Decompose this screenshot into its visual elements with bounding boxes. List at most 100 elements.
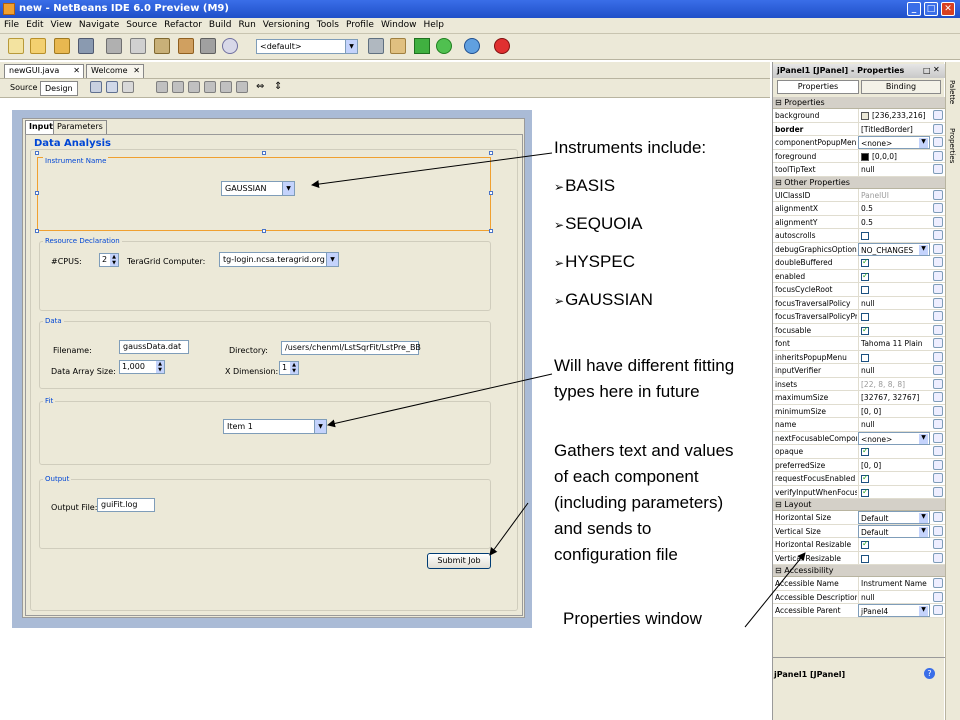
property-value[interactable] [858, 538, 930, 551]
property-row[interactable]: doubleBuffered [773, 256, 945, 270]
property-checkbox[interactable] [861, 232, 869, 240]
property-checkbox[interactable] [861, 554, 869, 563]
menu-help[interactable]: Help [423, 20, 444, 30]
menu-window[interactable]: Window [381, 20, 417, 30]
properties-side-tab[interactable]: Properties [948, 128, 956, 163]
property-row[interactable]: Vertical Resizable [773, 551, 945, 565]
property-value[interactable] [858, 350, 930, 364]
menu-view[interactable]: View [51, 20, 72, 30]
property-value[interactable]: jPanel4 ▼ [858, 604, 930, 617]
property-value[interactable] [858, 445, 930, 458]
property-row[interactable]: focusTraversalPolicyPr [773, 310, 945, 324]
resize-horizontal-icon[interactable]: ⇔ [256, 81, 264, 92]
new-project-icon[interactable] [30, 38, 46, 54]
property-row[interactable]: Accessible Description null [773, 590, 945, 604]
ellipsis-editor-button[interactable] [933, 270, 943, 281]
ellipsis-editor-button[interactable] [933, 473, 943, 483]
ellipsis-editor-button[interactable] [933, 419, 943, 429]
property-value[interactable] [858, 323, 930, 337]
property-value[interactable]: <none> ▼ [858, 431, 930, 445]
menu-edit[interactable]: Edit [26, 20, 43, 30]
property-row[interactable]: autoscrolls [773, 229, 945, 243]
property-value[interactable] [858, 283, 930, 296]
property-row[interactable]: Accessible Parent jPanel4 ▼ [773, 604, 945, 618]
property-row[interactable]: Accessible Name Instrument Name [773, 577, 945, 591]
collapse-icon[interactable]: ⊟ [775, 98, 784, 107]
property-value[interactable] [858, 310, 930, 323]
property-value[interactable]: 0.5 [858, 215, 930, 229]
debug-icon[interactable] [436, 38, 452, 54]
properties-tab[interactable]: Properties [777, 80, 859, 94]
profile-icon[interactable] [464, 38, 480, 54]
resize-handle[interactable] [489, 151, 493, 155]
menu-navigate[interactable]: Navigate [79, 20, 119, 30]
source-view-button[interactable]: Source [6, 81, 41, 96]
property-row[interactable]: debugGraphicsOptions NO_CHANGES ▼ [773, 242, 945, 256]
ellipsis-editor-button[interactable] [933, 525, 943, 536]
property-value[interactable] [858, 256, 930, 269]
close-icon[interactable]: ✕ [933, 65, 940, 74]
property-checkbox[interactable] [861, 487, 869, 497]
property-row[interactable]: Horizontal Size Default ▼ [773, 511, 945, 525]
paste-icon[interactable] [154, 38, 170, 54]
align-center-icon[interactable] [172, 81, 184, 93]
align-top-icon[interactable] [204, 81, 216, 93]
property-checkbox[interactable] [861, 353, 869, 362]
ellipsis-editor-button[interactable] [933, 459, 943, 470]
menu-run[interactable]: Run [239, 20, 256, 30]
property-checkbox[interactable] [861, 446, 869, 456]
ellipsis-editor-button[interactable] [933, 150, 943, 161]
help-icon[interactable]: ? [924, 668, 935, 679]
fit-select[interactable]: Item 1 ▼ [223, 419, 327, 434]
resize-handle[interactable] [489, 229, 493, 233]
property-row[interactable]: verifyInputWhenFocus [773, 485, 945, 499]
ellipsis-editor-button[interactable] [933, 338, 943, 348]
property-value[interactable]: Default ▼ [858, 524, 930, 538]
ellipsis-editor-button[interactable] [933, 311, 943, 321]
property-row[interactable]: toolTipText null [773, 163, 945, 177]
spinner-arrows-icon[interactable]: ▲ ▼ [156, 361, 164, 373]
tab-parameters[interactable]: Parameters [53, 120, 107, 134]
connection-mode-icon[interactable] [106, 81, 118, 93]
ellipsis-editor-button[interactable] [933, 512, 943, 522]
collapse-icon[interactable]: ⊟ [775, 178, 784, 187]
binding-tab[interactable]: Binding [861, 80, 941, 94]
property-row[interactable]: background [236,233,216] [773, 109, 945, 123]
ellipsis-editor-button[interactable] [933, 324, 943, 335]
property-checkbox[interactable] [861, 325, 869, 335]
property-value[interactable]: [22, 8, 8, 8] [858, 377, 930, 391]
property-category[interactable]: ⊟ Layout [773, 499, 945, 511]
property-value[interactable]: Instrument Name [858, 577, 930, 590]
find-icon[interactable] [222, 38, 238, 54]
property-value[interactable]: [0,0,0] [858, 149, 930, 163]
property-row[interactable]: focusCycleRoot [773, 283, 945, 297]
chevron-down-icon[interactable]: ▼ [919, 513, 928, 523]
palette-side-tab[interactable]: Palette [948, 80, 956, 104]
wrench-icon[interactable] [368, 38, 384, 54]
property-value[interactable]: PanelUI [858, 188, 930, 202]
design-view-button[interactable]: Design [40, 81, 78, 96]
ellipsis-editor-button[interactable] [933, 446, 943, 456]
filename-input[interactable]: gaussData.dat [119, 340, 189, 354]
ellipsis-editor-button[interactable] [933, 605, 943, 615]
submit-job-button[interactable]: Submit Job [427, 553, 491, 569]
copy-icon[interactable] [130, 38, 146, 54]
property-row[interactable]: alignmentY 0.5 [773, 215, 945, 229]
ellipsis-editor-button[interactable] [933, 297, 943, 308]
chevron-down-icon[interactable]: ▼ [919, 138, 928, 148]
save-all-icon[interactable] [78, 38, 94, 54]
property-row[interactable]: preferredSize [0, 0] [773, 458, 945, 472]
ellipsis-editor-button[interactable] [933, 591, 943, 602]
property-row[interactable]: maximumSize [32767, 32767] [773, 391, 945, 405]
property-value[interactable]: Default ▼ [858, 511, 930, 524]
ellipsis-editor-button[interactable] [933, 123, 943, 134]
property-value[interactable]: [TitledBorder] [858, 122, 930, 136]
redo-icon[interactable] [200, 38, 216, 54]
close-tab-icon[interactable]: ✕ [133, 66, 140, 75]
resize-handle[interactable] [35, 191, 39, 195]
ellipsis-editor-button[interactable] [933, 164, 943, 174]
property-value[interactable]: Tahoma 11 Plain [858, 337, 930, 350]
property-row[interactable]: minimumSize [0, 0] [773, 404, 945, 418]
ellipsis-editor-button[interactable] [933, 230, 943, 240]
ellipsis-editor-button[interactable] [933, 203, 943, 213]
